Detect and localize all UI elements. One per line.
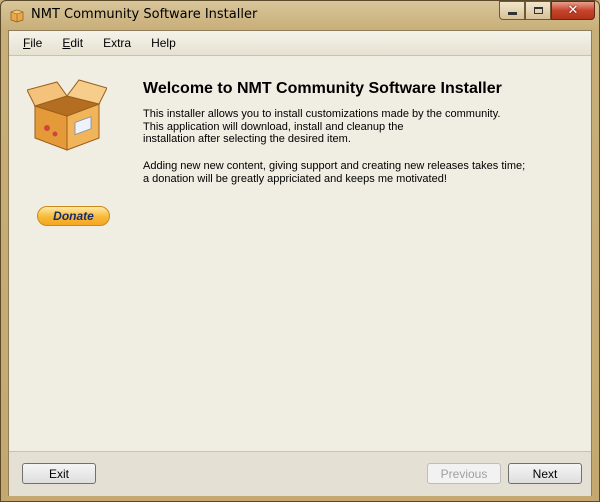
minimize-button[interactable] [499, 1, 525, 20]
menu-extra-label: Extra [103, 36, 132, 50]
close-button[interactable]: ✕ [551, 1, 595, 20]
welcome-panel: Donate Welcome to NMT Community Software… [9, 56, 591, 456]
donate-button[interactable]: Donate [37, 206, 110, 226]
menu-file-label: ile [30, 36, 43, 50]
maximize-button[interactable] [525, 1, 551, 20]
donation-paragraph: Adding new new content, giving support a… [143, 160, 526, 185]
exit-button[interactable]: Exit [22, 463, 96, 484]
menu-bar: File Edit Extra Help [9, 31, 591, 56]
previous-button[interactable]: Previous [427, 463, 501, 484]
intro-paragraph: This installer allows you to install cus… [143, 108, 501, 145]
box-icon [10, 9, 24, 23]
client-area: File Edit Extra Help Donate Welcome to N… [8, 30, 592, 496]
button-bar: Exit Previous Next [9, 451, 591, 496]
menu-edit-label: dit [70, 36, 84, 50]
maximize-icon [533, 7, 543, 14]
title-bar[interactable]: NMT Community Software Installer ✕ [1, 1, 599, 29]
package-icon [27, 79, 107, 151]
window-title: NMT Community Software Installer [31, 7, 258, 22]
installer-window: NMT Community Software Installer ✕ File … [0, 0, 600, 502]
menu-extra[interactable]: Extra [93, 36, 141, 50]
caption-buttons: ✕ [499, 1, 595, 21]
menu-help-label: Help [151, 36, 176, 50]
menu-help[interactable]: Help [141, 36, 186, 50]
next-button[interactable]: Next [508, 463, 582, 484]
menu-edit[interactable]: Edit [52, 36, 93, 50]
menu-file[interactable]: File [9, 36, 52, 50]
minimize-icon [507, 12, 517, 15]
welcome-title: Welcome to NMT Community Software Instal… [143, 80, 502, 97]
close-icon: ✕ [567, 3, 579, 18]
